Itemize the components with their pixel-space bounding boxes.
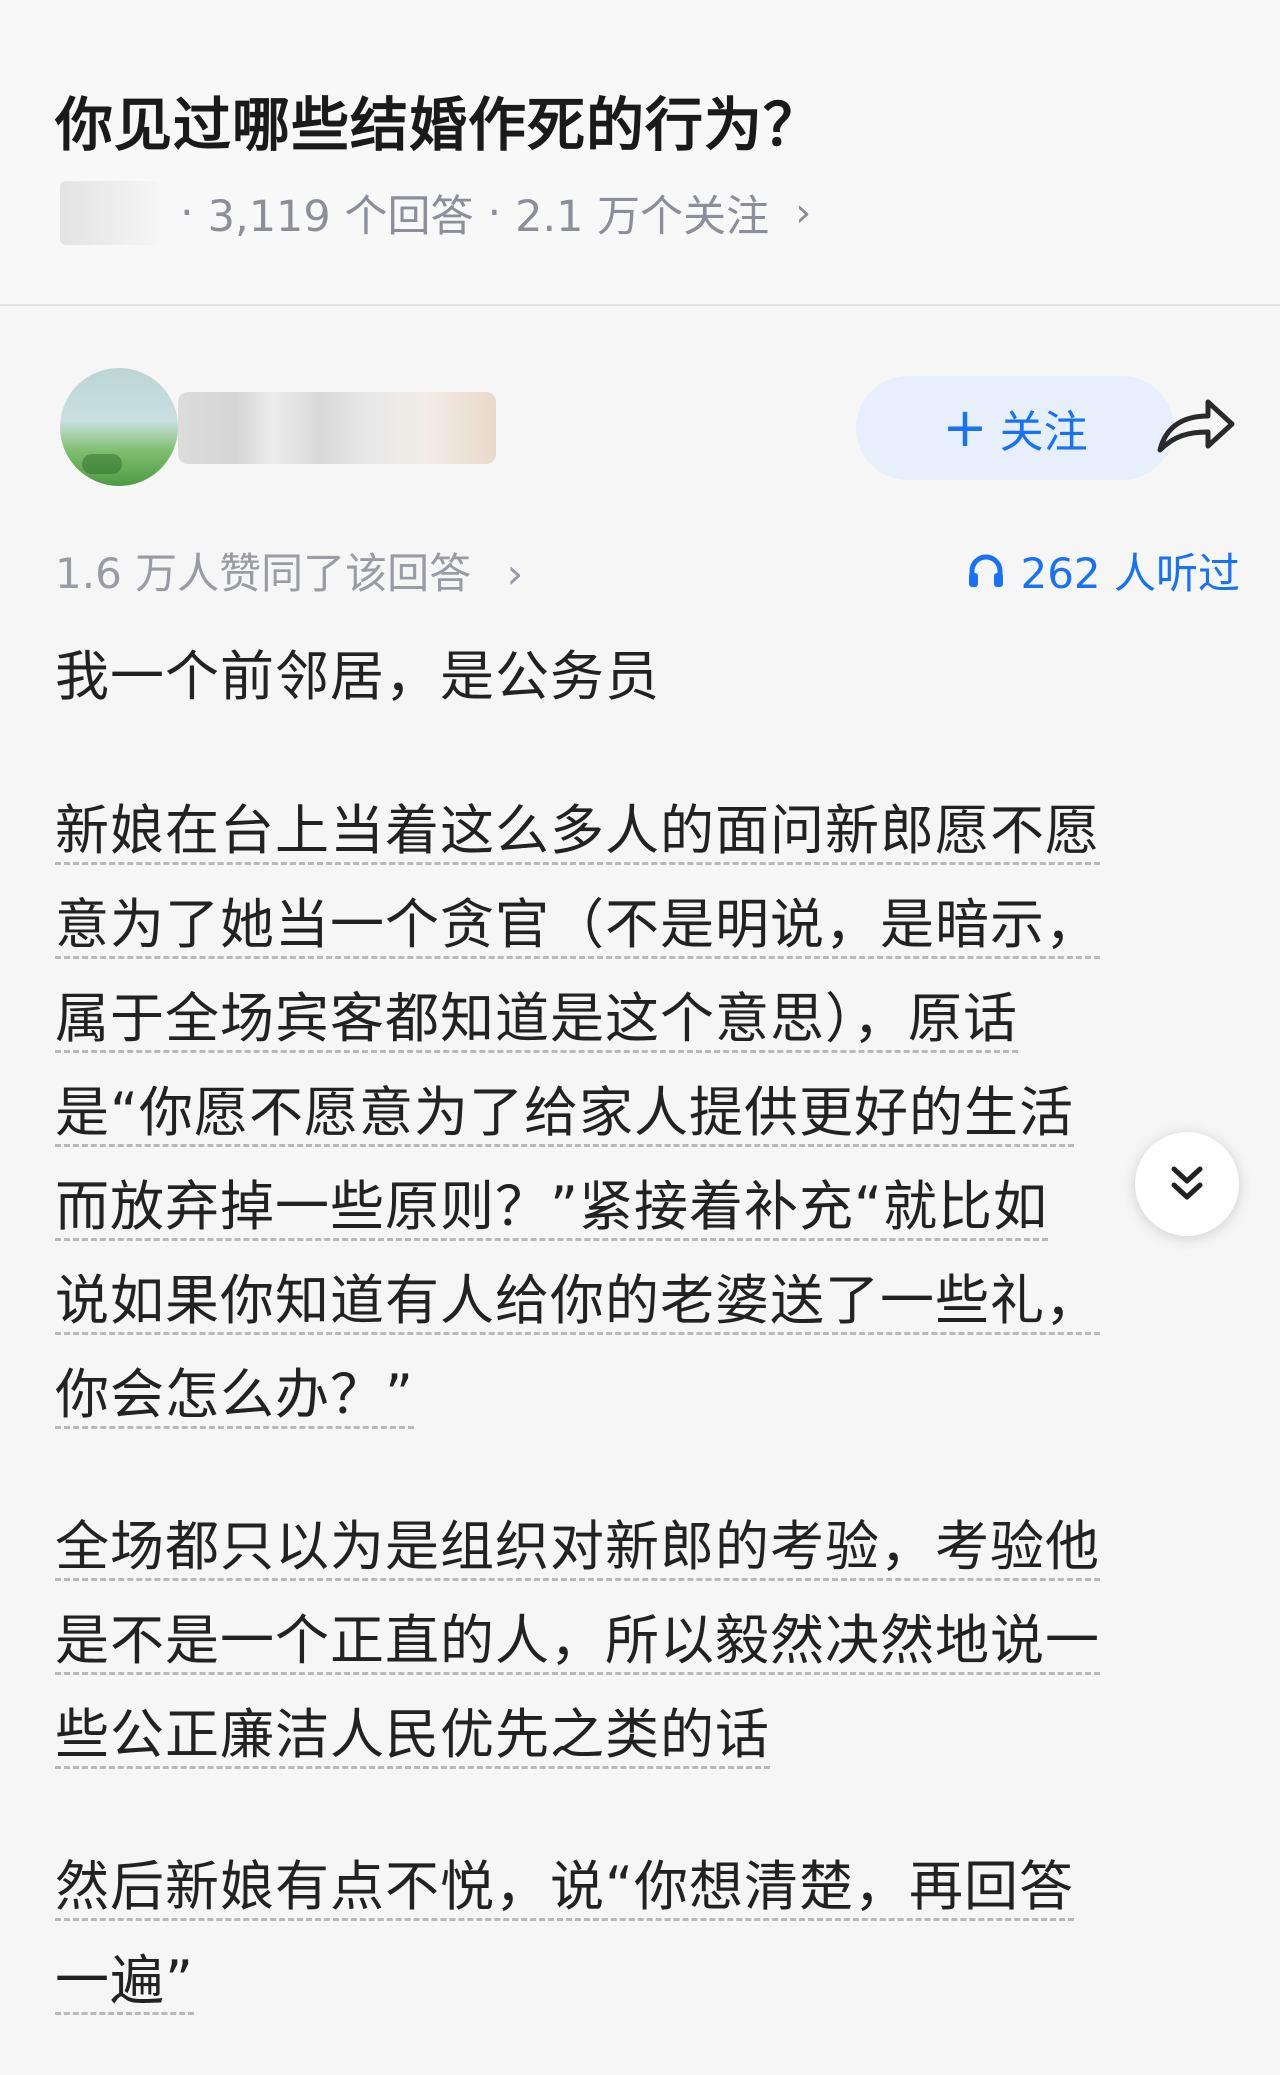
chevron-right-icon: ›: [795, 190, 812, 236]
avatar[interactable]: [60, 368, 178, 486]
question-meta[interactable]: · 3,119 个回答 · 2.1 万个关注 ›: [60, 180, 811, 246]
agree-text: 1.6 万人赞同了该回答: [55, 549, 472, 598]
blurred-author-name[interactable]: [178, 392, 496, 464]
plus-icon: +: [942, 396, 988, 459]
meta-separator: ·: [487, 188, 502, 238]
follow-label: 关注: [999, 407, 1088, 458]
agree-count[interactable]: 1.6 万人赞同了该回答 ›: [55, 540, 523, 601]
blurred-topic-tag: [60, 181, 160, 245]
text-line: 新娘在台上当着这么多人的面问新郎愿不愿: [55, 799, 1100, 865]
follower-count: 2.1 万个关注: [515, 192, 770, 242]
text-line: 些公正廉洁人民优先之类的话: [55, 1703, 770, 1769]
question-title[interactable]: 你见过哪些结婚作死的行为？: [55, 78, 822, 162]
text-line: 意为了她当一个贪官（不是明说，是暗示，: [55, 893, 1100, 959]
text-line: 说如果你知道有人给你的老婆送了一些礼，: [55, 1269, 1100, 1335]
text-line: 我一个前邻居，是公务员: [55, 645, 660, 708]
listen-count[interactable]: 262 人听过: [966, 540, 1240, 601]
text-line: 而放弃掉一些原则？”紧接着补充“就比如: [55, 1175, 1048, 1241]
text-line: 是不是一个正直的人，所以毅然决然地说一: [55, 1609, 1100, 1675]
text-line: 属于全场宾客都知道是这个意思），原话: [55, 987, 1018, 1053]
text-line: 是“你愿不愿意为了给家人提供更好的生活: [55, 1081, 1074, 1147]
headphones-icon: [969, 554, 1004, 587]
answer-stats: 1.6 万人赞同了该回答 › 262 人听过: [55, 540, 1240, 600]
chevron-down-double-icon: [1171, 1166, 1203, 1200]
paragraph: 新娘在台上当着这么多人的面问新郎愿不愿 意为了她当一个贪官（不是明说，是暗示， …: [55, 784, 1225, 1442]
paragraph: 我一个前邻居，是公务员: [55, 630, 1225, 724]
listen-text: 262 人听过: [1020, 549, 1240, 598]
text-line: 全场都只以为是组织对新郎的考验，考验他: [55, 1515, 1100, 1581]
meta-separator: ·: [180, 188, 194, 238]
text-line: 你会怎么办？”: [55, 1363, 414, 1429]
answer-count: 3,119 个回答: [207, 192, 474, 242]
follow-button[interactable]: + 关注: [856, 376, 1174, 480]
text-line: 一遍”: [55, 1949, 194, 2015]
answer-content: 我一个前邻居，是公务员 新娘在台上当着这么多人的面问新郎愿不愿 意为了她当一个贪…: [55, 630, 1225, 2028]
paragraph: 全场都只以为是组织对新郎的考验，考验他 是不是一个正直的人，所以毅然决然地说一 …: [55, 1500, 1225, 1782]
scroll-down-button[interactable]: [1135, 1132, 1239, 1236]
chevron-right-icon: ›: [506, 549, 524, 598]
question-header: 你见过哪些结婚作死的行为？ · 3,119 个回答 · 2.1 万个关注 ›: [0, 0, 1280, 305]
paragraph: 然后新娘有点不悦，说“你想清楚，再回答 一遍”: [55, 1840, 1225, 2028]
divider: [0, 304, 1280, 306]
text-line: 然后新娘有点不悦，说“你想清楚，再回答: [55, 1855, 1074, 1921]
author-row: + 关注: [60, 368, 1240, 488]
share-arrow-icon[interactable]: [1154, 392, 1238, 462]
